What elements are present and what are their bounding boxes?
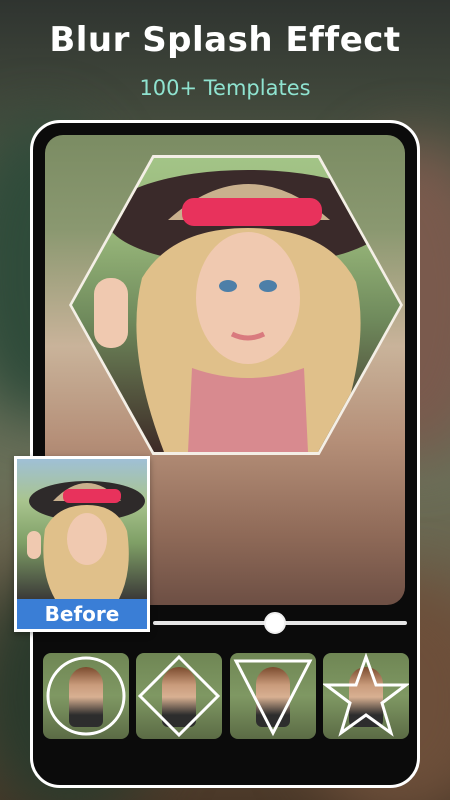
before-badge: Before xyxy=(17,599,147,629)
triangle-template[interactable] xyxy=(229,653,316,739)
before-portrait-illustration xyxy=(27,481,145,599)
page-subtitle: 100+ Templates xyxy=(139,76,311,100)
star-template[interactable] xyxy=(322,653,409,739)
phone-mockup xyxy=(30,120,420,788)
blur-slider-thumb[interactable] xyxy=(263,612,286,634)
before-photo xyxy=(17,459,147,599)
circle-template[interactable] xyxy=(43,653,129,739)
circle-shape-icon xyxy=(46,656,126,736)
hexagon-photo xyxy=(72,158,400,452)
star-shape-icon xyxy=(322,653,409,737)
before-preview-card[interactable]: Before xyxy=(14,456,150,632)
template-strip xyxy=(43,653,409,741)
diamond-shape-icon xyxy=(138,654,221,738)
diamond-template[interactable] xyxy=(136,653,223,739)
portrait-illustration xyxy=(94,170,390,452)
triangle-shape-icon xyxy=(233,659,313,737)
page-title: Blur Splash Effect xyxy=(49,20,401,60)
